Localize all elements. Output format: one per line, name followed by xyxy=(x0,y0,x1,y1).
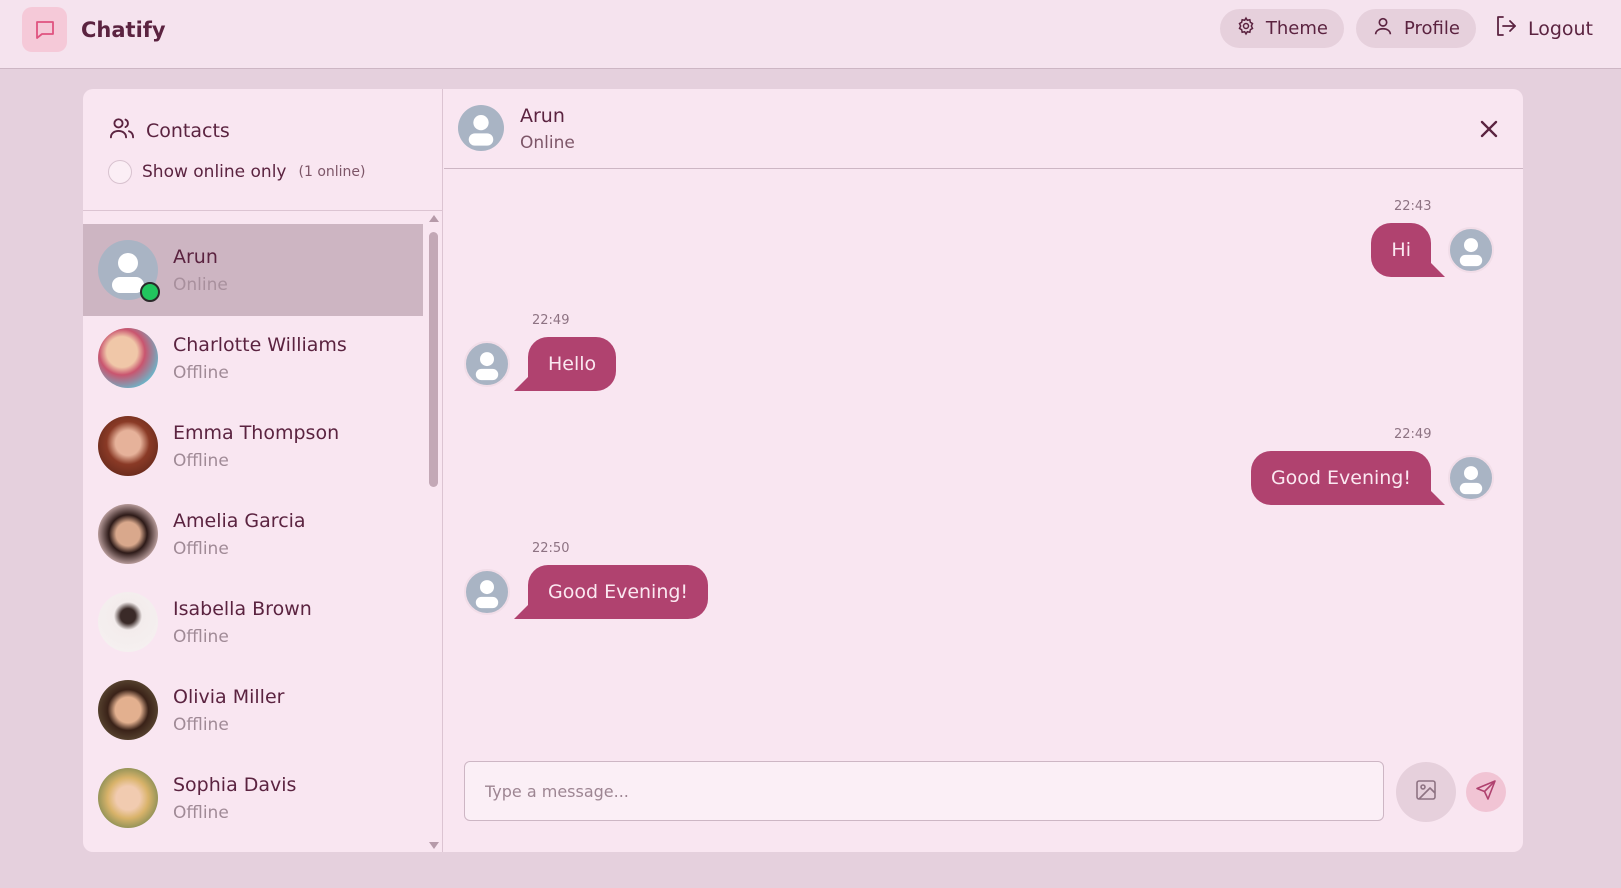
contact-name: Emma Thompson xyxy=(173,422,340,444)
online-only-checkbox[interactable] xyxy=(108,160,132,184)
contact-status: Online xyxy=(173,275,228,295)
message-time: 22:49 xyxy=(1394,427,1432,442)
scroll-up-arrow-icon[interactable] xyxy=(429,215,439,222)
contact-status: Offline xyxy=(173,803,229,823)
message-bubble: Hi xyxy=(1371,223,1431,277)
bubble-tail xyxy=(514,377,528,391)
theme-button[interactable]: Theme xyxy=(1219,9,1344,48)
contact-name: Olivia Miller xyxy=(173,686,285,708)
default-user-icon xyxy=(464,569,510,615)
message-bubble: Good Evening! xyxy=(528,565,709,619)
show-online-toggle[interactable]: Show online only (1 online) xyxy=(108,160,366,184)
contact-item-charlotte-williams[interactable]: Charlotte Williams Offline xyxy=(83,312,423,404)
message-composer xyxy=(444,753,1523,843)
close-icon[interactable] xyxy=(1475,115,1503,143)
chat-contact-name: Arun xyxy=(520,105,565,127)
avatar xyxy=(98,768,158,828)
contact-status: Offline xyxy=(173,715,229,735)
contact-name: Sophia Davis xyxy=(173,774,297,796)
attach-image-button[interactable] xyxy=(1396,762,1456,822)
contact-item-isabella-brown[interactable]: Isabella Brown Offline xyxy=(83,576,423,668)
contact-item-arun[interactable]: Arun Online xyxy=(83,224,423,316)
contact-list[interactable]: Arun Online Charlotte Williams Offline E… xyxy=(83,224,423,852)
message-time: 22:43 xyxy=(1394,199,1432,214)
contacts-title-label: Contacts xyxy=(146,119,230,142)
scroll-thumb[interactable] xyxy=(429,232,438,487)
avatar xyxy=(98,592,158,652)
chat-header: Arun Online xyxy=(444,89,1523,169)
online-count: (1 online) xyxy=(298,164,366,180)
contact-status: Offline xyxy=(173,363,229,383)
logout-button[interactable]: Logout xyxy=(1488,14,1599,43)
scroll-down-arrow-icon[interactable] xyxy=(429,842,439,849)
contact-name: Charlotte Williams xyxy=(173,334,347,356)
top-navbar: Chatify Theme Profile Logout xyxy=(0,0,1621,69)
contact-list-scrollbar[interactable] xyxy=(426,212,440,852)
online-indicator xyxy=(140,282,160,302)
contact-name: Amelia Garcia xyxy=(173,510,306,532)
contact-status: Offline xyxy=(173,451,229,471)
contact-item-amelia-garcia[interactable]: Amelia Garcia Offline xyxy=(83,488,423,580)
online-filter-label: Show online only xyxy=(142,162,287,182)
theme-label: Theme xyxy=(1265,18,1328,39)
contact-name: Isabella Brown xyxy=(173,598,312,620)
chat-contact-status: Online xyxy=(520,133,575,153)
avatar xyxy=(98,416,158,476)
contact-name: Arun xyxy=(173,246,218,268)
avatar xyxy=(98,504,158,564)
nav-actions: Theme Profile Logout xyxy=(1219,9,1599,48)
contacts-title: Contacts xyxy=(108,114,230,147)
profile-label: Profile xyxy=(1403,18,1460,39)
profile-button[interactable]: Profile xyxy=(1355,9,1476,48)
send-button[interactable] xyxy=(1466,772,1506,812)
bubble-tail xyxy=(1431,491,1445,505)
message-bubble: Hello xyxy=(528,337,617,391)
contact-item-emma-thompson[interactable]: Emma Thompson Offline xyxy=(83,400,423,492)
app-name: Chatify xyxy=(81,17,166,42)
chat-container: Contacts Show online only (1 online) Aru… xyxy=(83,89,1523,852)
chat-panel: Arun Online 22:43 Hi 22:49 Hello 22:49 G… xyxy=(444,89,1523,852)
contact-item-olivia-miller[interactable]: Olivia Miller Offline xyxy=(83,664,423,756)
message-input[interactable] xyxy=(464,761,1384,821)
sidebar-header: Contacts Show online only (1 online) xyxy=(83,89,443,211)
user-icon xyxy=(1372,15,1394,42)
gear-icon xyxy=(1236,16,1256,41)
users-icon xyxy=(108,114,136,147)
brand[interactable]: Chatify xyxy=(22,7,166,52)
contact-status: Offline xyxy=(173,539,229,559)
default-user-icon xyxy=(458,105,504,151)
message-bubble: Good Evening! xyxy=(1250,451,1431,505)
contacts-sidebar: Contacts Show online only (1 online) Aru… xyxy=(83,89,443,852)
contact-status: Offline xyxy=(173,627,229,647)
send-icon xyxy=(1474,778,1498,806)
avatar xyxy=(98,680,158,740)
message-time: 22:49 xyxy=(532,313,570,328)
contact-item-sophia-davis[interactable]: Sophia Davis Offline xyxy=(83,752,423,844)
default-user-icon xyxy=(1448,227,1494,273)
logout-label: Logout xyxy=(1527,17,1593,40)
logout-icon xyxy=(1494,14,1518,43)
default-user-icon xyxy=(1448,455,1494,501)
message-time: 22:50 xyxy=(532,541,570,556)
avatar xyxy=(98,328,158,388)
bubble-tail xyxy=(514,605,528,619)
image-icon xyxy=(1414,778,1438,806)
bubble-tail xyxy=(1431,263,1445,277)
default-user-icon xyxy=(464,341,510,387)
chat-bubble-icon xyxy=(22,7,67,52)
